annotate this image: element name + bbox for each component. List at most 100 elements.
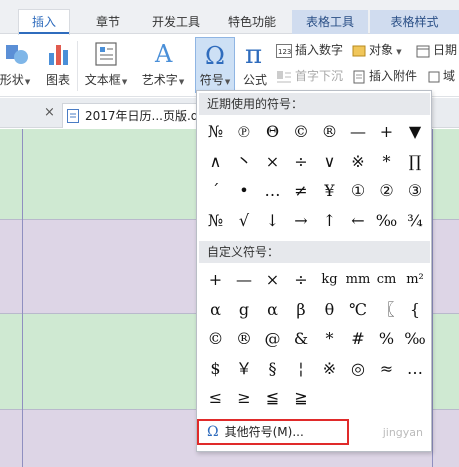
symbol-cell[interactable]: ¥	[315, 176, 344, 205]
close-tab-icon[interactable]: ×	[44, 105, 55, 120]
symbol-cell[interactable]: ←	[344, 206, 373, 235]
symbol-cell[interactable]: ®	[315, 117, 344, 146]
symbol-cell[interactable]: ≠	[287, 176, 316, 205]
symbol-cell[interactable]: ℃	[344, 295, 373, 324]
chart-button[interactable]: 图表	[42, 35, 74, 95]
symbol-cell[interactable]: ×	[258, 265, 287, 294]
tab-insert[interactable]: 插入	[18, 9, 70, 35]
field-button[interactable]: 域	[428, 66, 455, 86]
symbol-cell[interactable]: kg	[315, 265, 344, 294]
symbol-cell[interactable]: 丶	[230, 147, 259, 176]
symbol-cell[interactable]: +	[372, 117, 401, 146]
symbol-button[interactable]: Ω 符号▼	[195, 37, 235, 93]
date-button[interactable]: 日期	[416, 40, 457, 60]
symbol-cell[interactable]: …	[258, 176, 287, 205]
symbol-cell[interactable]: g	[230, 295, 259, 324]
symbol-cell[interactable]: α	[201, 295, 230, 324]
symbol-cell[interactable]: ↓	[258, 206, 287, 235]
symbol-cell[interactable]: cm	[372, 265, 401, 294]
symbol-cell[interactable]: ≦	[258, 383, 287, 412]
symbol-cell[interactable]: ∨	[315, 147, 344, 176]
chart-icon	[49, 45, 68, 65]
symbol-cell[interactable]: ∏	[401, 147, 430, 176]
object-button[interactable]: 对象 ▼	[352, 40, 402, 60]
symbol-cell[interactable]: ℗	[230, 117, 259, 146]
symbol-cell[interactable]: $	[201, 354, 230, 383]
symbol-cell[interactable]: m²	[401, 265, 430, 294]
recent-symbols-header: 近期使用的符号：	[199, 93, 430, 115]
symbol-cell[interactable]: —	[230, 265, 259, 294]
symbol-cell[interactable]: ‰	[401, 324, 430, 353]
symbol-cell[interactable]: —	[344, 117, 373, 146]
shape-button[interactable]: 形状▼	[0, 35, 36, 95]
symbol-cell[interactable]: ‰	[372, 206, 401, 235]
recent-symbols-grid: № ℗ Θ © ® — + ▼ ∧ 丶 × ÷ ∨ ※ * ∏ ˊ •… ≠ ¥ ① ② ③ № √ ↓ → ↑ ← ‰ ¾	[199, 117, 430, 237]
wordart-button[interactable]: A 艺术字▼	[136, 35, 190, 95]
symbol-cell[interactable]: …	[401, 354, 430, 383]
symbol-cell[interactable]: %	[372, 324, 401, 353]
symbol-cell[interactable]: &	[287, 324, 316, 353]
symbol-cell[interactable]: β	[287, 295, 316, 324]
symbol-cell[interactable]: ￥	[230, 354, 259, 383]
object-label: 对象	[369, 43, 394, 57]
textbox-button[interactable]: 文本框▼	[80, 35, 132, 95]
symbol-cell[interactable]: ¾	[401, 206, 430, 235]
symbol-cell[interactable]: ③	[401, 176, 430, 205]
tab-features[interactable]: 特色功能	[216, 10, 288, 34]
tab-table-style[interactable]: 表格样式	[370, 10, 459, 34]
symbol-cell[interactable]: *	[315, 324, 344, 353]
symbol-cell[interactable]: ▼	[401, 117, 430, 146]
symbol-cell[interactable]: №	[201, 117, 230, 146]
other-symbols-button[interactable]: Ω 其他符号(M)...	[197, 419, 349, 445]
symbol-cell[interactable]: #	[344, 324, 373, 353]
symbol-cell[interactable]: √	[230, 206, 259, 235]
tab-table-tools[interactable]: 表格工具	[292, 10, 368, 34]
symbol-cell[interactable]: ◎	[344, 354, 373, 383]
symbol-cell[interactable]: №	[201, 206, 230, 235]
symbol-cell[interactable]: ∧	[201, 147, 230, 176]
symbol-cell[interactable]: {	[401, 295, 430, 324]
symbol-cell[interactable]: ¦	[287, 354, 316, 383]
symbol-cell[interactable]: ①	[344, 176, 373, 205]
custom-symbols-grid: + — × ÷ kg mm cm m² α g α β θ ℃ 〖{© ® @ & * #% ‰ $ ￥ § ¦ ※ ◎ ≈… ≤ ≥ ≦ ≧	[199, 265, 430, 415]
tab-developer[interactable]: 开发工具	[140, 10, 212, 34]
symbol-cell[interactable]: ×	[258, 147, 287, 176]
symbol-cell[interactable]: @	[258, 324, 287, 353]
symbol-cell[interactable]: ※	[344, 147, 373, 176]
symbol-cell[interactable]: ©	[201, 324, 230, 353]
symbol-cell[interactable]: ©	[287, 117, 316, 146]
symbol-cell[interactable]: ②	[372, 176, 401, 205]
symbol-cell[interactable]: ®	[230, 324, 259, 353]
symbol-cell[interactable]: Θ	[258, 117, 287, 146]
symbol-cell[interactable]: •	[230, 176, 259, 205]
symbol-cell[interactable]: ≧	[287, 383, 316, 412]
insert-attachment-button[interactable]: 插入附件	[352, 66, 417, 86]
symbol-cell[interactable]: θ	[315, 295, 344, 324]
symbol-cell[interactable]: ≤	[201, 383, 230, 412]
symbol-cell[interactable]: ※	[315, 354, 344, 383]
document-tab[interactable]: 2017年日历...页版.doc	[62, 103, 212, 128]
symbol-cell[interactable]: α	[258, 295, 287, 324]
shape-icon	[6, 45, 28, 64]
symbol-cell[interactable]: ÷	[287, 265, 316, 294]
other-symbols-label: 其他符号(M)...	[224, 425, 304, 439]
dropdown-arrow-icon: ▼	[24, 78, 31, 86]
symbol-cell[interactable]: ≈	[372, 354, 401, 383]
symbol-cell[interactable]: +	[201, 265, 230, 294]
symbol-cell[interactable]: ↑	[315, 206, 344, 235]
symbol-cell[interactable]: *	[372, 147, 401, 176]
symbol-cell[interactable]: ˊ	[201, 176, 230, 205]
formula-button[interactable]: π 公式	[238, 35, 272, 95]
field-label: 域	[443, 69, 456, 83]
symbol-cell[interactable]: mm	[344, 265, 373, 294]
wordart-icon: A	[154, 40, 173, 67]
insert-number-button[interactable]: 123 插入数字	[276, 40, 343, 60]
symbol-cell[interactable]: §	[258, 354, 287, 383]
document-title: 2017年日历...页版.doc	[85, 109, 213, 123]
symbol-cell[interactable]: ÷	[287, 147, 316, 176]
symbol-cell[interactable]: ≥	[230, 383, 259, 412]
dropcap-button[interactable]: 首字下沉	[276, 66, 343, 86]
symbol-cell[interactable]: →	[287, 206, 316, 235]
symbol-cell[interactable]: 〖	[372, 295, 401, 324]
tab-chapter[interactable]: 章节	[82, 10, 134, 34]
